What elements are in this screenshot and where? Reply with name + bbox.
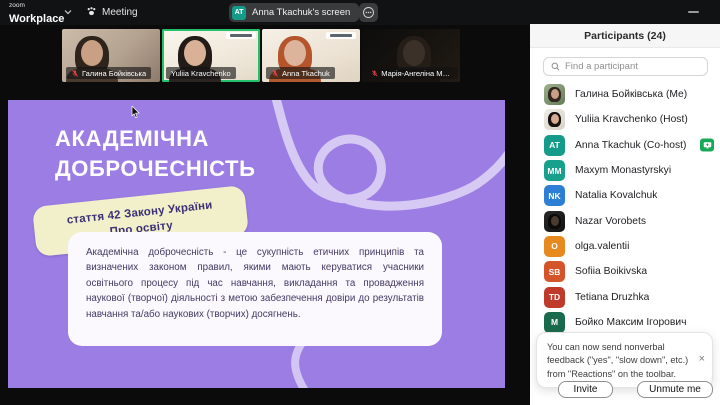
participant-name: Nazar Vorobets xyxy=(575,216,646,227)
mouse-cursor xyxy=(131,105,140,123)
shared-screen-slide: АКАДЕМІЧНА ДОБРОЧЕСНІСТЬ стаття 42 Закон… xyxy=(8,100,505,388)
video-thumbnail[interactable]: Галина Бойківська xyxy=(62,29,160,82)
slide-title-line1: АКАДЕМІЧНА xyxy=(55,124,256,154)
tab-meeting[interactable]: Meeting xyxy=(86,4,138,21)
participant-name: Yuliia Kravchenko (Host) xyxy=(575,114,688,125)
video-thumbnail[interactable]: Yuliia Kravchenko xyxy=(162,29,260,82)
thumbnail-name-label: Галина Бойківська xyxy=(66,67,151,79)
participant-list: Галина Бойківська (Me) Yuliia Kravchenko … xyxy=(530,82,720,335)
participant-row[interactable]: MM Maxym Monastyrskyi xyxy=(530,158,720,183)
zoom-window: zoom Workplace Meeting AT Anna Tkachuk's… xyxy=(0,0,720,405)
participant-name: Марія-Ангеліна Мики... xyxy=(381,69,453,78)
avatar: AT xyxy=(544,135,565,156)
avatar xyxy=(544,109,565,130)
invite-button[interactable]: Invite xyxy=(558,381,613,398)
nonverbal-feedback-toast: You can now send nonverbal feedback ("ye… xyxy=(536,332,713,388)
screen-share-icon xyxy=(700,139,714,152)
video-thumbnail[interactable]: Anna Tkachuk xyxy=(262,29,360,82)
participant-row[interactable]: SB Sofiia Boikivska xyxy=(530,259,720,284)
participant-row[interactable]: Nazar Vorobets xyxy=(530,208,720,233)
avatar xyxy=(544,211,565,232)
meeting-tab-label: Meeting xyxy=(102,7,138,18)
slide-title: АКАДЕМІЧНА ДОБРОЧЕСНІСТЬ xyxy=(55,124,256,184)
avatar: O xyxy=(544,236,565,257)
avatar: TD xyxy=(544,287,565,308)
zoom-workplace-logo[interactable]: zoom Workplace xyxy=(9,2,64,27)
avatar: AT xyxy=(232,6,246,20)
titlebar: zoom Workplace Meeting AT Anna Tkachuk's… xyxy=(0,0,720,25)
muted-mic-icon xyxy=(371,69,378,78)
slide-title-line2: ДОБРОЧЕСНІСТЬ xyxy=(55,154,256,184)
virtual-bg-watermark xyxy=(326,32,356,39)
avatar: M xyxy=(544,312,565,333)
avatar xyxy=(544,84,565,105)
participant-name: Natalia Kovalchuk xyxy=(575,190,657,201)
more-options-button[interactable] xyxy=(359,3,378,22)
meeting-paw-icon xyxy=(86,6,97,20)
participant-row[interactable]: NK Natalia Kovalchuk xyxy=(530,183,720,208)
video-strip: Галина Бойківська Yuliia Kravchenko Anna T… xyxy=(62,29,460,82)
chevron-down-icon[interactable] xyxy=(64,8,72,16)
participant-row[interactable]: Yuliia Kravchenko (Host) xyxy=(530,107,720,132)
participant-name: Yuliia Kravchenko xyxy=(171,69,231,78)
thumbnail-name-label: Марія-Ангеліна Мики... xyxy=(366,67,458,79)
participant-name: Бойко Максим Ігорович xyxy=(575,317,686,328)
participant-row[interactable]: AT Anna Tkachuk (Co-host) xyxy=(530,133,720,158)
participant-name: Maxym Monastyrskyi xyxy=(575,165,671,176)
participant-name: Галина Бойківська xyxy=(82,69,146,78)
participants-panel: Participants (24) Галина Бойківська (Me)… xyxy=(530,24,720,405)
slide-definition-card: Академічна доброчесність - це сукупність… xyxy=(68,232,442,346)
minimize-button[interactable] xyxy=(688,11,699,13)
search-input[interactable] xyxy=(565,61,700,72)
thumbnail-name-label: Yuliia Kravchenko xyxy=(166,67,236,79)
participants-footer: Invite Unmute me xyxy=(530,381,720,401)
participant-name: Галина Бойківська (Me) xyxy=(575,89,687,100)
participants-header: Participants (24) xyxy=(530,24,720,48)
participant-row[interactable]: Oolga.valentii xyxy=(530,234,720,259)
logo-zoom: zoom xyxy=(9,2,64,9)
muted-mic-icon xyxy=(71,69,79,78)
participant-name: Tetiana Druzhka xyxy=(575,292,649,303)
participant-name: Anna Tkachuk xyxy=(282,69,330,78)
thumbnail-name-label: Anna Tkachuk xyxy=(266,67,335,79)
avatar: NK xyxy=(544,185,565,206)
participant-name: Sofiia Boikivska xyxy=(575,266,647,277)
video-thumbnail[interactable]: Марія-Ангеліна Мики... xyxy=(362,29,460,82)
participant-row[interactable]: TD Tetiana Druzhka xyxy=(530,284,720,309)
muted-mic-icon xyxy=(271,69,279,78)
unmute-me-button[interactable]: Unmute me xyxy=(637,381,713,398)
virtual-bg-watermark xyxy=(226,32,256,39)
logo-workplace: Workplace xyxy=(9,13,64,25)
toast-text: You can now send nonverbal feedback ("ye… xyxy=(547,341,692,381)
participant-search[interactable] xyxy=(543,57,708,76)
avatar: MM xyxy=(544,160,565,181)
search-icon xyxy=(551,58,560,76)
participant-row[interactable]: Галина Бойківська (Me) xyxy=(530,82,720,107)
avatar: SB xyxy=(544,261,565,282)
participants-title: Participants (24) xyxy=(584,30,666,42)
shared-screen-pill[interactable]: AT Anna Tkachuk's screen xyxy=(229,3,359,22)
shared-screen-label: Anna Tkachuk's screen xyxy=(252,7,350,18)
close-icon[interactable]: × xyxy=(699,354,705,364)
slide-body-text: Академічна доброчесність - це сукупність… xyxy=(86,245,424,322)
participant-name: olga.valentii xyxy=(575,241,629,252)
participant-name: Anna Tkachuk (Co-host) xyxy=(575,140,686,151)
